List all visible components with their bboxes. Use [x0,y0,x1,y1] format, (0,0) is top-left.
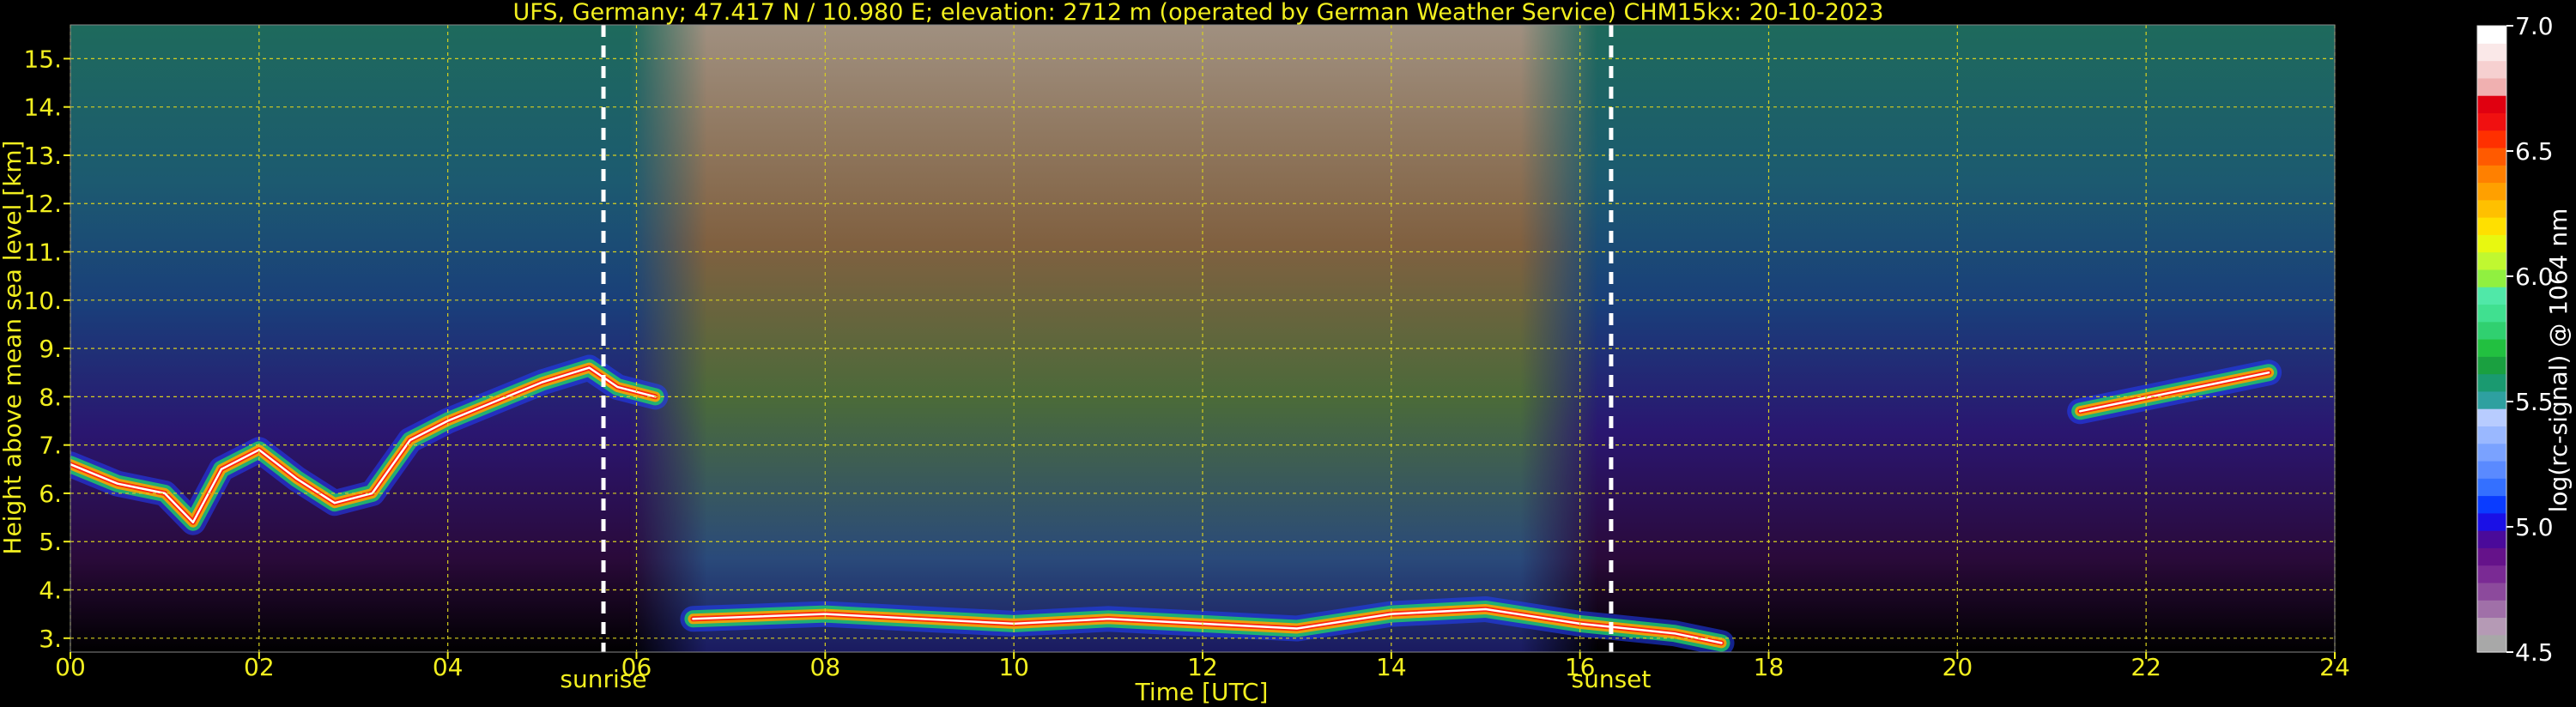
colorbar-swatch [2477,512,2506,531]
colorbar-tick-label: 7.0 [2515,12,2554,40]
x-tick-label: 22 [2131,653,2161,681]
colorbar-swatch [2477,373,2506,392]
colorbar-swatch [2477,390,2506,409]
colorbar-swatch [2477,634,2506,653]
x-tick-label: 02 [244,653,275,681]
x-axis-ticks: 00 02 04 06 08 10 12 14 16 18 20 22 24 [55,652,2350,681]
x-tick-label: 24 [2319,653,2350,681]
colorbar-swatch [2477,269,2506,287]
colorbar-swatch [2477,199,2506,218]
colorbar-swatch [2477,165,2506,184]
colorbar-swatch [2477,217,2506,235]
colorbar-swatch [2477,547,2506,566]
colorbar-swatch [2477,617,2506,636]
colorbar-swatch [2477,356,2506,375]
colorbar-swatch [2477,339,2506,357]
y-tick-label: 9. [39,335,62,363]
colorbar-tick-label: 5.0 [2515,513,2554,541]
colorbar-swatch [2477,95,2506,113]
chart-title: UFS, Germany; 47.417 N / 10.980 E; eleva… [513,0,1884,26]
x-tick-label: 14 [1376,653,1407,681]
day-background [629,25,1598,652]
colorbar-swatch [2477,304,2506,323]
y-tick-label: 13. [23,142,62,170]
y-tick-label: 10. [23,287,62,315]
colorbar-swatch [2477,582,2506,601]
colorbar-swatch [2477,26,2506,44]
colorbar-swatch [2477,77,2506,96]
colorbar-swatch [2477,565,2506,583]
x-tick-label: 10 [998,653,1029,681]
colorbar-swatch [2477,478,2506,497]
colorbar-swatch [2477,251,2506,270]
colorbar-swatch [2477,495,2506,514]
y-tick-label: 12. [23,190,62,218]
colorbar-swatch [2477,600,2506,619]
colorbar-swatch [2477,443,2506,462]
y-tick-label: 6. [39,480,62,508]
colorbar: 4.55.05.56.06.57.0 [2476,12,2554,667]
colorbar-swatch [2477,426,2506,444]
colorbar-swatch [2477,112,2506,131]
colorbar-swatch [2477,530,2506,548]
y-tick-label: 7. [39,432,62,460]
x-tick-label: 20 [1943,653,1973,681]
colorbar-tick-label: 4.5 [2515,638,2554,667]
y-tick-label: 5. [39,528,62,556]
x-tick-label: 06 [621,653,652,681]
y-axis-label: Height above mean sea level [km] [0,140,27,554]
colorbar-swatch [2477,43,2506,62]
y-axis-ticks: 3. 4. 5. 6. 7. 8. 9. 10. 11. 12. 13. 14. 15. [23,45,70,653]
y-tick-label: 8. [39,383,62,411]
plot-background [70,25,2335,652]
x-tick-label: 00 [55,653,86,681]
colorbar-tick-label: 6.5 [2515,137,2554,166]
colorbar-swatch [2477,234,2506,253]
colorbar-swatch [2477,321,2506,340]
colorbar-swatch [2477,460,2506,479]
colorbar-label: log(rc-signal) @ 1064 nm [2544,208,2573,513]
x-tick-label: 04 [433,653,464,681]
colorbar-swatch [2477,130,2506,148]
colorbar-swatch [2477,147,2506,166]
colorbar-swatch [2477,287,2506,305]
colorbar-swatch [2477,182,2506,201]
x-tick-label: 16 [1565,653,1596,681]
y-tick-label: 15. [23,45,62,73]
y-tick-label: 4. [39,577,62,605]
x-tick-label: 08 [810,653,841,681]
y-tick-label: 3. [39,625,62,653]
x-axis-label: Time [UTC] [1135,678,1269,706]
y-tick-label: 11. [23,239,62,267]
y-tick-label: 14. [23,94,62,122]
ceilometer-chart: sunrise sunset 00 02 04 06 08 10 12 14 16 18 20 22 24… [0,0,2573,706]
colorbar-swatch [2477,60,2506,79]
x-tick-label: 18 [1754,653,1785,681]
colorbar-swatch [2477,408,2506,426]
